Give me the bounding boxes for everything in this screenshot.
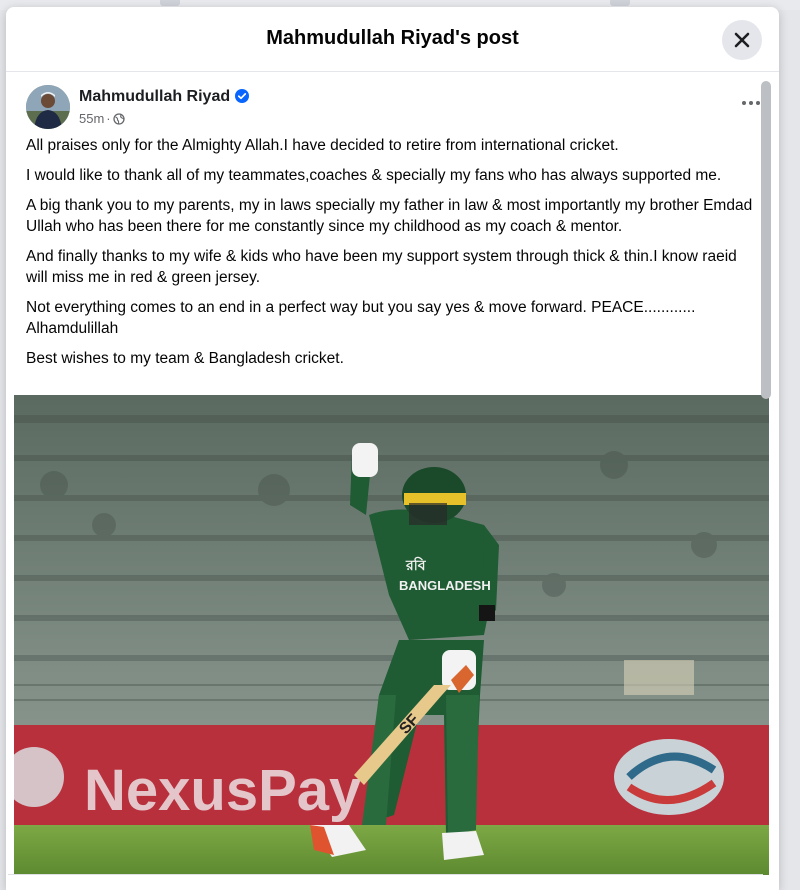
globe-icon[interactable]	[112, 112, 125, 125]
more-horizontal-icon	[742, 101, 760, 105]
close-icon	[734, 32, 750, 48]
meta-separator: ·	[106, 111, 111, 126]
dialog-title: Mahmudullah Riyad's post	[266, 27, 519, 49]
pitch	[14, 825, 769, 875]
background-nav-icon	[160, 0, 180, 6]
dialog-footer-edge	[8, 874, 763, 884]
post-dialog: Mahmudullah Riyad's post Mahmudullah Riy…	[6, 7, 779, 890]
post-meta: 55m ·	[79, 111, 125, 126]
post-paragraph: A big thank you to my parents, my in law…	[26, 197, 753, 235]
jersey-text: BANGLADESH	[399, 578, 491, 593]
post-paragraph: Best wishes to my team & Bangladesh cric…	[26, 350, 344, 367]
post-paragraph: I would like to thank all of my teammate…	[26, 167, 722, 184]
signboard	[624, 660, 694, 695]
scrollbar[interactable]	[761, 81, 771, 399]
avatar[interactable]	[26, 85, 70, 129]
author-name[interactable]: Mahmudullah Riyad	[79, 88, 250, 106]
timestamp[interactable]: 55m	[79, 111, 104, 126]
dialog-header: Mahmudullah Riyad's post	[6, 7, 779, 72]
verified-badge-icon	[235, 89, 250, 103]
post-paragraph: All praises only for the Almighty Allah.…	[26, 137, 619, 154]
background-nav-icon	[610, 0, 630, 6]
close-button[interactable]	[722, 20, 762, 60]
banner-text: NexusPay	[84, 758, 361, 823]
post: Mahmudullah Riyad 55m · All praises only…	[14, 73, 769, 890]
post-paragraph: And finally thanks to my wife & kids who…	[26, 248, 737, 286]
post-photo[interactable]: NexusPay রবি BANGLADESH SF	[14, 395, 769, 875]
banner-logo-right	[614, 739, 724, 815]
post-text: All praises only for the Almighty Allah.…	[14, 135, 769, 369]
post-paragraph: Not everything comes to an end in a perf…	[26, 299, 696, 337]
more-options-button[interactable]	[739, 95, 763, 111]
jersey-logo-text: রবি	[405, 556, 427, 573]
author-name-text[interactable]: Mahmudullah Riyad	[79, 88, 230, 105]
post-header: Mahmudullah Riyad 55m ·	[14, 73, 769, 135]
